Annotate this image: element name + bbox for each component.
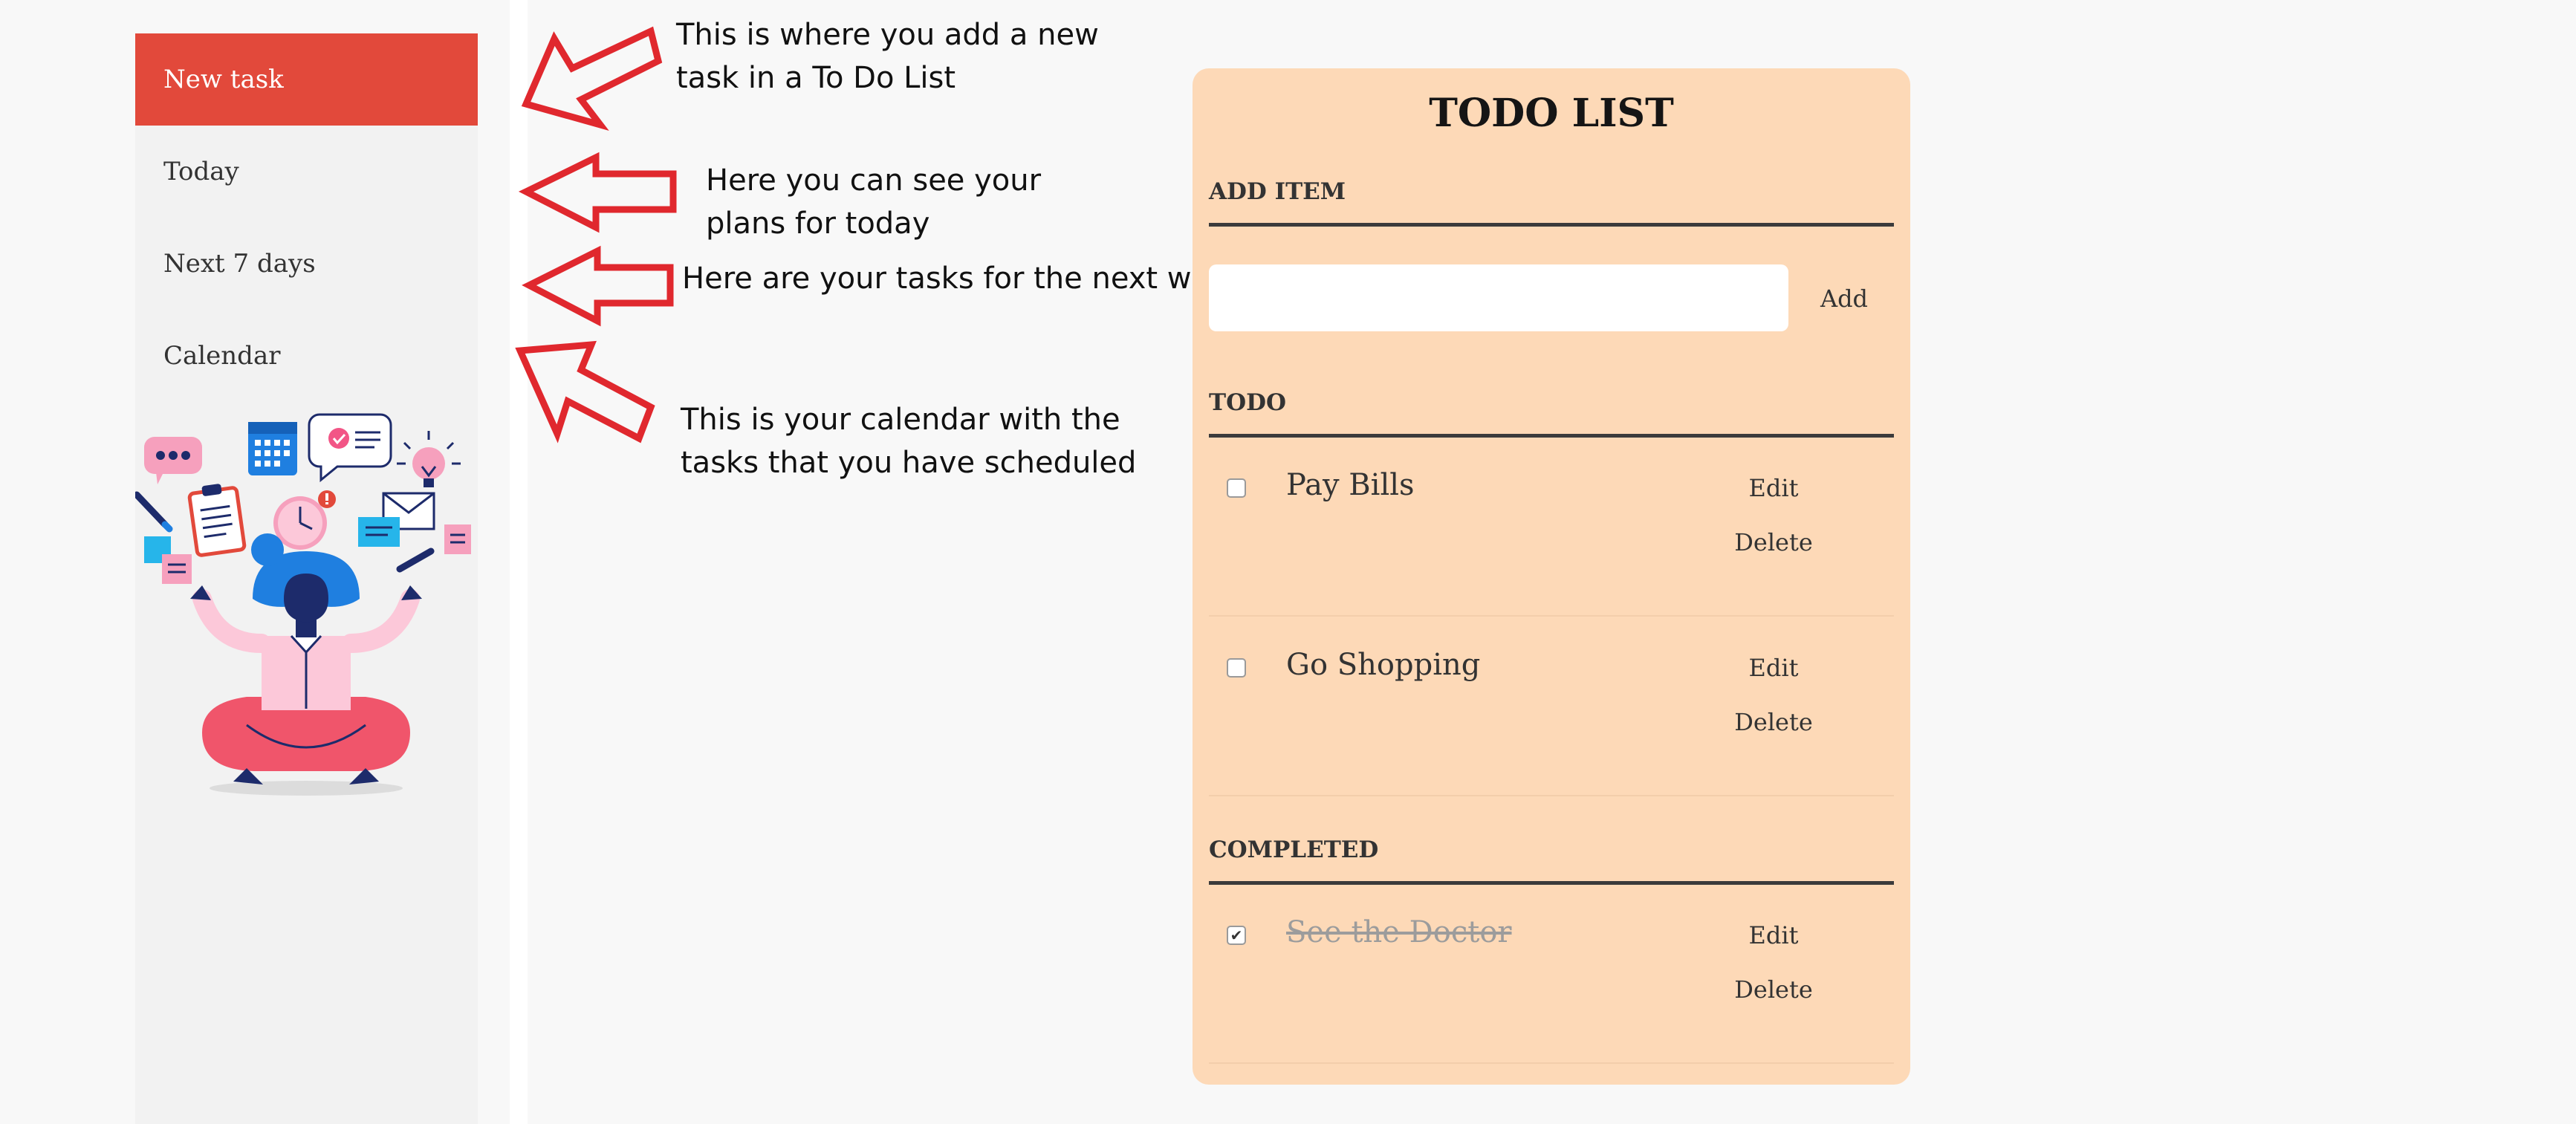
annotation-calendar: This is your calendar with the tasks tha… [681,398,1136,484]
delete-button[interactable]: Delete [1722,528,1826,556]
edit-button[interactable]: Edit [1722,474,1826,502]
pen-icon [135,491,173,533]
meditating-person-figure [190,533,422,796]
clipboard-icon [187,484,247,557]
checklist-bubble-icon [308,413,392,483]
annotation-line: plans for today [706,207,930,241]
annotation-today: Here you can see your plans for today [706,159,1041,245]
add-button[interactable]: Add [1803,276,1885,321]
sidebar-item-today[interactable]: Today [135,126,478,218]
completed-task-item: ✔ See the Doctor Edit Delete [1209,884,1894,1064]
annotation-line: task in a To Do List [676,61,956,95]
sidebar-item-new-task[interactable]: New task [135,33,478,126]
section-label-todo: TODO [1209,389,1286,416]
edit-button[interactable]: Edit [1722,921,1826,949]
sidebar-item-label: Next 7 days [163,249,316,279]
clock-icon [273,490,336,550]
task-name: Pay Bills [1286,468,1415,502]
task-item: Pay Bills Edit Delete [1209,437,1894,617]
task-checkbox[interactable] [1227,478,1246,498]
productivity-illustration [135,413,471,796]
task-name: See the Doctor [1286,915,1512,949]
section-label-add-item: ADD ITEM [1209,178,1346,205]
task-checkbox[interactable] [1227,658,1246,678]
task-checkbox-checked[interactable]: ✔ [1227,926,1246,945]
sidebar-item-next-7-days[interactable]: Next 7 days [135,218,478,310]
sidebar-item-calendar[interactable]: Calendar [135,310,478,402]
pencil-icon [396,548,435,573]
annotation-line: tasks that you have scheduled [681,446,1137,480]
annotation-line: This is where you add a new [676,18,1099,52]
annotation-next-7-days: Here are your tasks for the next week [682,257,1245,300]
sidebar-item-label: Calendar [163,341,281,371]
panel-divider [510,0,528,1124]
envelope-icon [358,492,435,547]
sidebar-item-label: New task [163,65,284,94]
edit-button[interactable]: Edit [1722,654,1826,682]
chat-bubble-icon [144,437,202,484]
annotation-line: This is your calendar with the [681,403,1120,437]
annotation-line: Here are your tasks for the next week [682,261,1245,296]
delete-button[interactable]: Delete [1722,975,1826,1004]
todo-card: TODO LIST ADD ITEM Add TODO Pay Bills Ed… [1193,68,1910,1085]
task-item: Go Shopping Edit Delete [1209,617,1894,796]
calendar-icon [248,422,297,475]
annotation-new-task: This is where you add a new task in a To… [676,13,1099,100]
delete-button[interactable]: Delete [1722,708,1826,736]
card-title: TODO LIST [1429,91,1674,136]
add-item-input[interactable] [1209,264,1788,331]
task-name: Go Shopping [1286,648,1481,682]
section-label-completed: COMPLETED [1209,836,1379,863]
section-divider [1209,223,1894,227]
checkmark-icon: ✔ [1230,926,1243,944]
lightbulb-icon [397,431,461,487]
annotation-line: Here you can see your [706,163,1042,198]
sidebar-item-label: Today [163,157,239,186]
